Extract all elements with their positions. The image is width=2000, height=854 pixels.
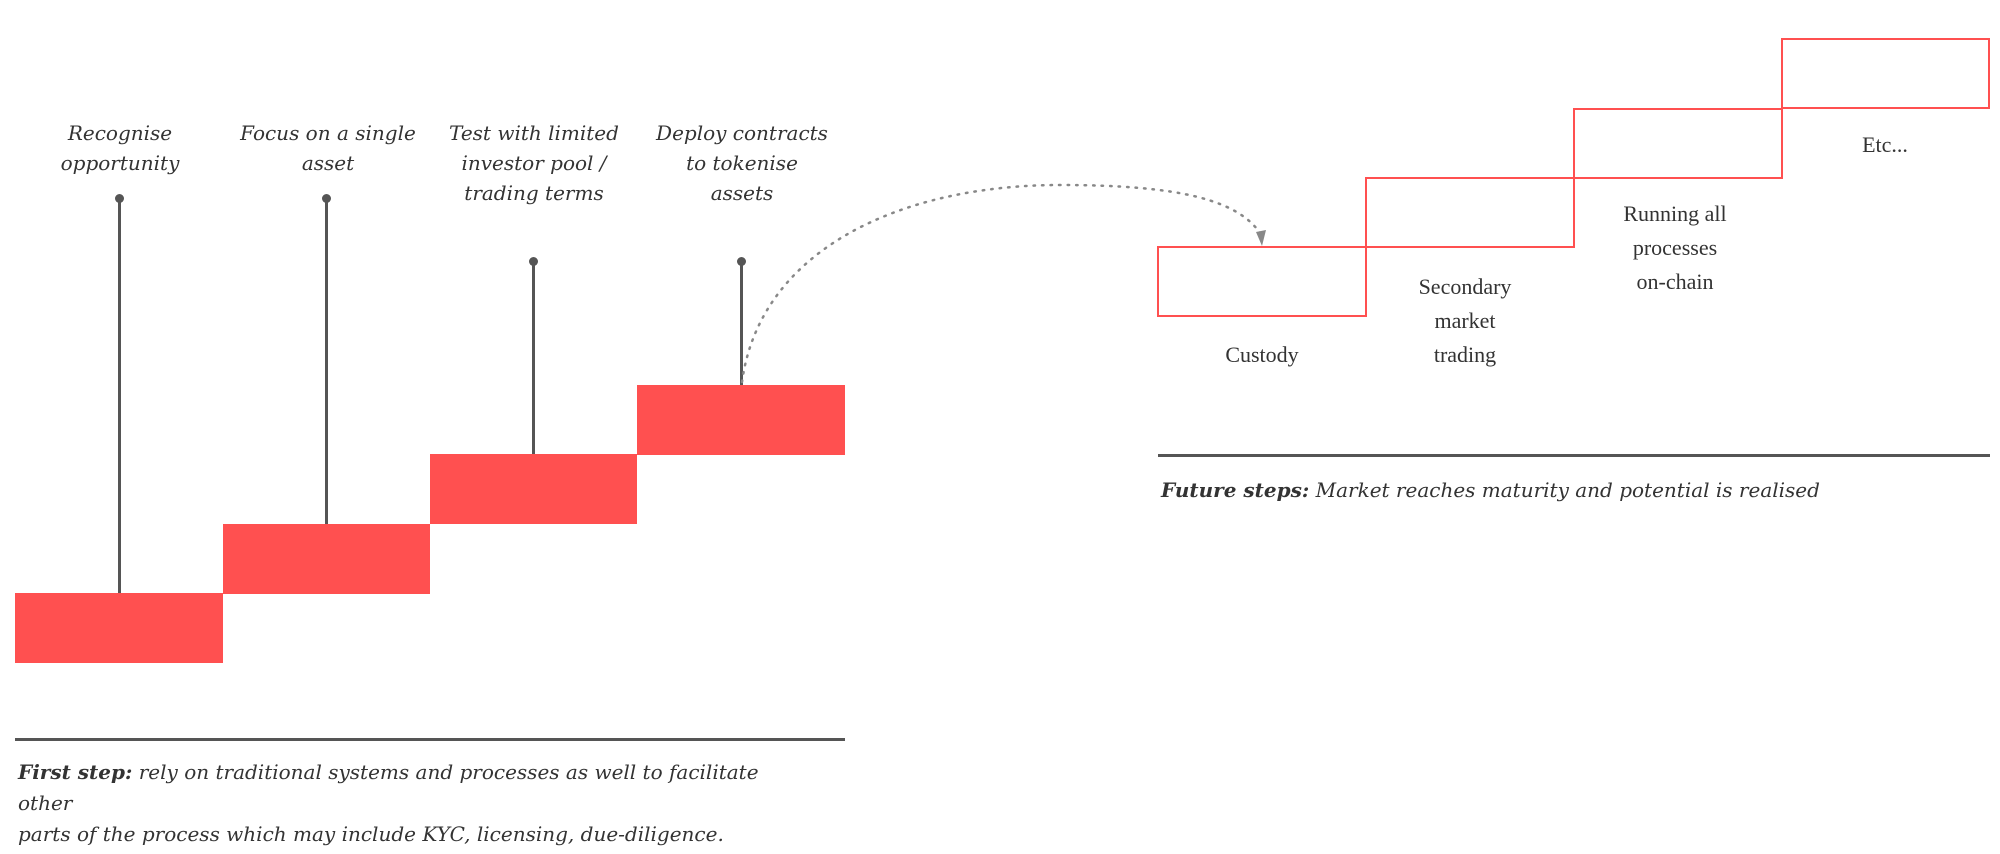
future-label-onchain: Running all processes on-chain — [1623, 201, 1727, 294]
divider-line — [1158, 454, 1990, 457]
arrow-head-icon — [1256, 230, 1266, 246]
future-label-etc: Etc... — [1862, 132, 1908, 157]
pin-stem — [118, 198, 121, 594]
future-block-etc — [1781, 38, 1990, 109]
pin-stem — [740, 261, 743, 386]
step-label-deploy: Deploy contracts to tokenise assets — [656, 121, 828, 205]
future-block-onchain — [1573, 108, 1783, 179]
step-label-focus: Focus on a single asset — [240, 121, 416, 175]
step-block-1 — [15, 593, 223, 663]
future-steps-caption: Future steps: Market reaches maturity an… — [1161, 475, 1981, 506]
future-block-custody — [1157, 246, 1367, 317]
future-block-secondary — [1365, 177, 1575, 248]
pin-stem — [325, 198, 328, 525]
caption-body: Market reaches maturity and potential is… — [1309, 478, 1820, 502]
step-block-2 — [223, 524, 430, 594]
caption-title: First step: — [18, 760, 133, 784]
step-block-3 — [430, 454, 637, 524]
first-step-caption: First step: rely on traditional systems … — [18, 757, 818, 850]
divider-line — [15, 738, 845, 741]
future-label-custody: Custody — [1225, 342, 1299, 367]
step-label-recognise: Recognise opportunity — [60, 121, 180, 175]
future-label-secondary: Secondary market trading — [1418, 274, 1512, 367]
pin-stem — [532, 261, 535, 455]
step-block-4 — [637, 385, 845, 455]
caption-title: Future steps: — [1161, 478, 1310, 502]
step-label-test: Test with limited investor pool / tradin… — [449, 121, 619, 205]
